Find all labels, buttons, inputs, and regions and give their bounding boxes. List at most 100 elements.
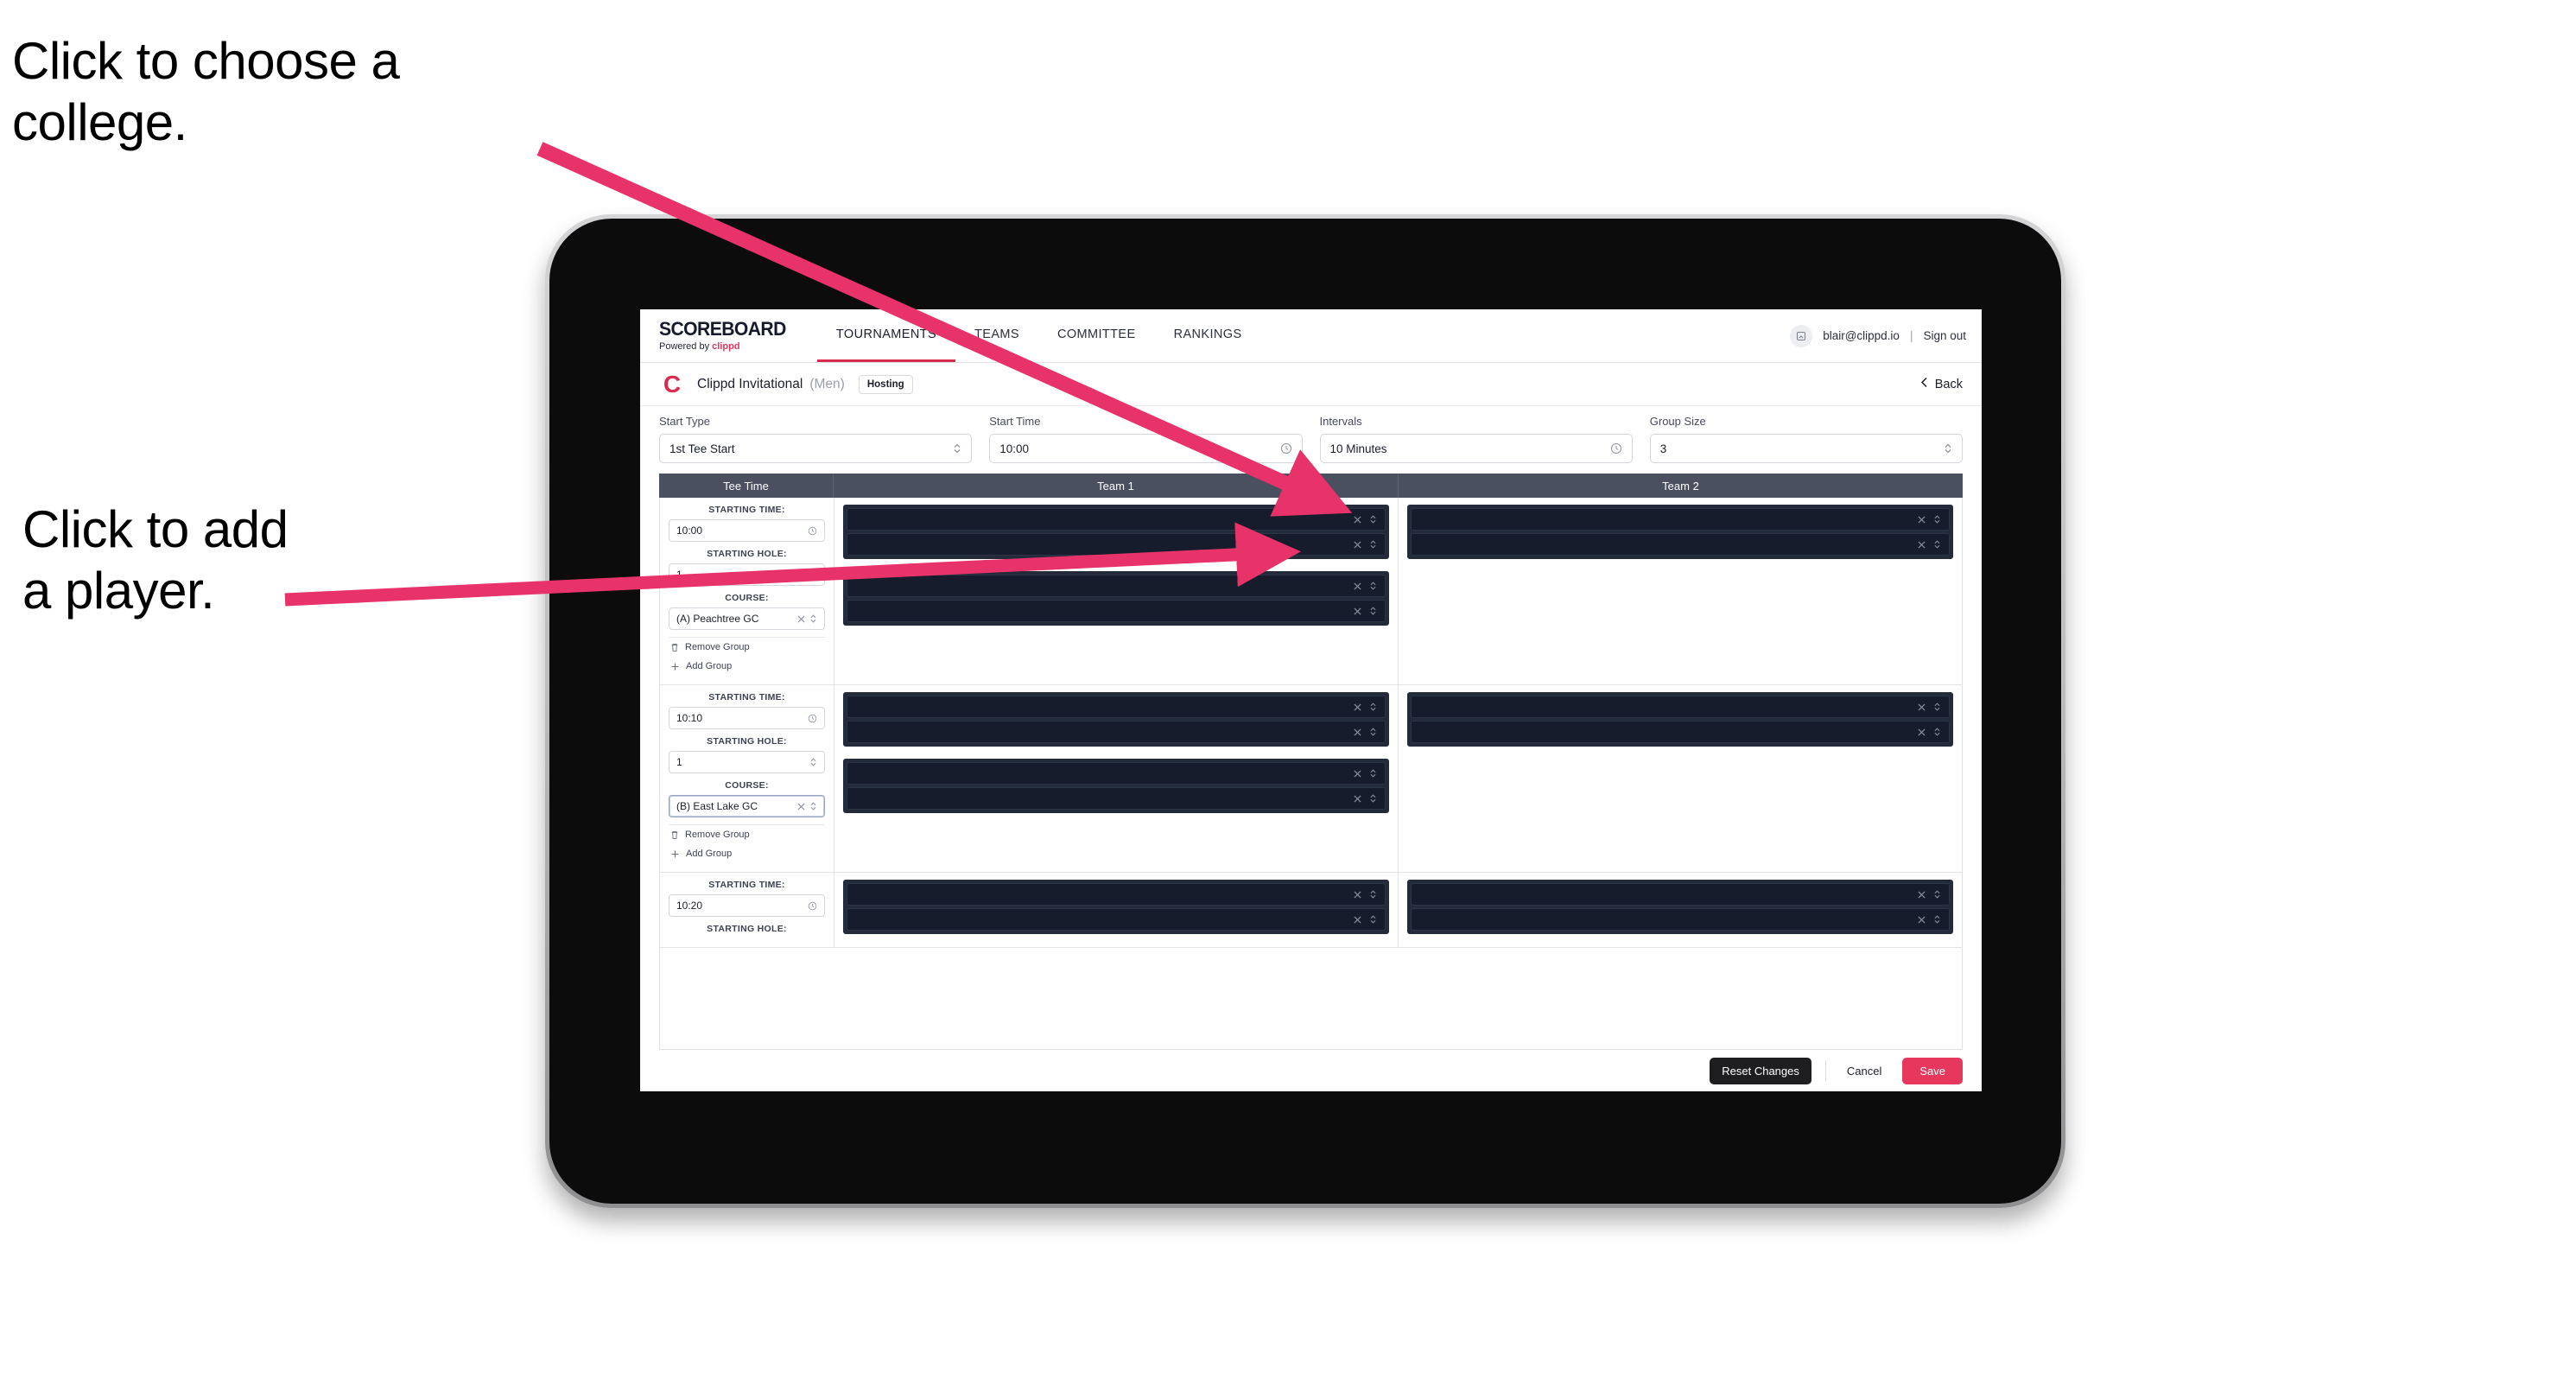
start-type-select[interactable]: 1st Tee Start — [659, 434, 973, 463]
column-header-team-2: Team 2 — [1662, 479, 1699, 493]
remove-group-button[interactable]: Remove Group — [669, 637, 825, 657]
close-x-icon[interactable] — [1354, 794, 1361, 803]
player-select-row[interactable] — [847, 908, 1386, 931]
brand-sub-prefix: Powered by — [659, 341, 713, 352]
starting-time-input[interactable]: 10:20 — [669, 894, 825, 917]
close-x-icon[interactable] — [1918, 515, 1926, 524]
close-x-icon[interactable] — [1354, 607, 1361, 615]
tournament-gender: (Men) — [809, 376, 845, 391]
chevron-updown-icon[interactable] — [1933, 914, 1941, 925]
remove-group-button[interactable]: Remove Group — [669, 824, 825, 844]
field-start-type: Start Type 1st Tee Start — [659, 415, 989, 463]
close-x-icon[interactable] — [1918, 915, 1926, 924]
player-select-row[interactable] — [847, 762, 1386, 785]
close-x-icon[interactable] — [797, 614, 805, 623]
user-avatar-icon[interactable] — [1790, 324, 1813, 347]
chevron-updown-icon[interactable] — [1369, 514, 1377, 525]
player-select-row[interactable] — [847, 600, 1386, 622]
nav-tab-rankings[interactable]: RANKINGS — [1155, 309, 1261, 362]
starting-hole-stepper[interactable]: 1 — [669, 563, 825, 586]
chevron-updown-icon[interactable] — [1933, 702, 1941, 712]
player-select-row[interactable] — [1411, 508, 1950, 531]
close-x-icon[interactable] — [1354, 728, 1361, 736]
player-subgroup — [1407, 880, 1953, 934]
chevron-updown-icon[interactable] — [809, 569, 817, 580]
brand-logo[interactable]: SCOREBOARD Powered by clippd — [659, 309, 817, 362]
course-select[interactable]: (B) East Lake GC — [669, 795, 825, 817]
player-select-row[interactable] — [1411, 533, 1950, 556]
nav-tab-committee[interactable]: COMMITTEE — [1038, 309, 1155, 362]
clock-icon — [808, 901, 817, 911]
close-x-icon[interactable] — [1354, 769, 1361, 778]
player-select-row[interactable] — [1411, 883, 1950, 906]
close-x-icon[interactable] — [1918, 728, 1926, 736]
close-x-icon[interactable] — [1918, 540, 1926, 549]
chevron-updown-icon[interactable] — [809, 801, 817, 811]
chevron-updown-icon[interactable] — [1933, 727, 1941, 737]
chevron-updown-icon[interactable] — [1369, 581, 1377, 591]
starting-time-input[interactable]: 10:00 — [669, 519, 825, 542]
player-select-row[interactable] — [1411, 721, 1950, 743]
close-x-icon[interactable] — [1354, 890, 1361, 899]
chevron-updown-icon — [1944, 442, 1952, 455]
chevron-updown-icon[interactable] — [1369, 727, 1377, 737]
starting-time-value: 10:20 — [676, 900, 703, 912]
close-x-icon[interactable] — [1354, 515, 1361, 524]
sign-out-link[interactable]: Sign out — [1923, 329, 1966, 342]
player-select-row[interactable] — [847, 533, 1386, 556]
starting-time-label: STARTING TIME: — [708, 880, 785, 890]
player-subgroup — [1407, 505, 1953, 559]
player-select-row[interactable] — [1411, 696, 1950, 718]
chevron-updown-icon[interactable] — [1933, 539, 1941, 550]
chevron-updown-icon[interactable] — [809, 757, 817, 767]
nav-tab-tournaments[interactable]: TOURNAMENTS — [816, 309, 956, 362]
chevron-updown-icon[interactable] — [1369, 768, 1377, 779]
back-button[interactable]: Back — [1920, 377, 1963, 391]
close-x-icon[interactable] — [1354, 915, 1361, 924]
player-select-row[interactable] — [847, 721, 1386, 743]
course-select[interactable]: (A) Peachtree GC — [669, 607, 825, 630]
chevron-updown-icon[interactable] — [809, 614, 817, 624]
chevron-updown-icon[interactable] — [1369, 914, 1377, 925]
chevron-updown-icon[interactable] — [1369, 793, 1377, 804]
chevron-updown-icon[interactable] — [1369, 702, 1377, 712]
clock-icon — [808, 714, 817, 723]
close-x-icon[interactable] — [1918, 890, 1926, 899]
group-size-stepper[interactable]: 3 — [1649, 434, 1963, 463]
player-select-row[interactable] — [847, 787, 1386, 810]
team-2-cell — [1399, 873, 1962, 947]
field-group-size-label: Group Size — [1649, 415, 1706, 428]
close-x-icon[interactable] — [1918, 703, 1926, 711]
player-select-row[interactable] — [847, 883, 1386, 906]
cancel-button[interactable]: Cancel — [1840, 1058, 1888, 1084]
chevron-updown-icon[interactable] — [1933, 514, 1941, 525]
close-x-icon[interactable] — [1354, 703, 1361, 711]
add-group-button[interactable]: Add Group — [669, 657, 825, 676]
chevron-updown-icon[interactable] — [1369, 889, 1377, 900]
close-x-icon[interactable] — [1354, 582, 1361, 590]
user-email-label: blair@clippd.io — [1823, 329, 1900, 342]
chevron-updown-icon[interactable] — [1369, 606, 1377, 616]
reset-changes-button[interactable]: Reset Changes — [1710, 1057, 1811, 1084]
close-x-icon[interactable] — [1354, 540, 1361, 549]
close-x-icon[interactable] — [797, 802, 805, 811]
player-select-row[interactable] — [847, 696, 1386, 718]
team-2-cell — [1399, 685, 1962, 872]
starting-hole-stepper[interactable]: 1 — [669, 751, 825, 773]
chevron-updown-icon[interactable] — [1369, 539, 1377, 550]
save-button[interactable]: Save — [1902, 1057, 1963, 1084]
player-select-row[interactable] — [1411, 908, 1950, 931]
player-select-row[interactable] — [847, 508, 1386, 531]
add-group-button[interactable]: Add Group — [669, 844, 825, 863]
field-start-type-label: Start Type — [659, 415, 711, 428]
nav-tab-teams[interactable]: TEAMS — [955, 309, 1038, 362]
course-value: (A) Peachtree GC — [676, 613, 759, 625]
pairings-table-body[interactable]: STARTING TIME: 10:00 STARTING HOLE: 1 COURSE… — [659, 498, 1963, 1050]
intervals-input[interactable]: 10 Minutes — [1319, 434, 1633, 463]
chevron-updown-icon[interactable] — [1933, 889, 1941, 900]
starting-time-input[interactable]: 10:10 — [669, 707, 825, 729]
player-select-row[interactable] — [847, 575, 1386, 597]
field-intervals-label: Intervals — [1319, 415, 1362, 428]
start-time-input[interactable]: 10:00 — [989, 434, 1303, 463]
brand-title: SCOREBOARD — [659, 318, 786, 340]
